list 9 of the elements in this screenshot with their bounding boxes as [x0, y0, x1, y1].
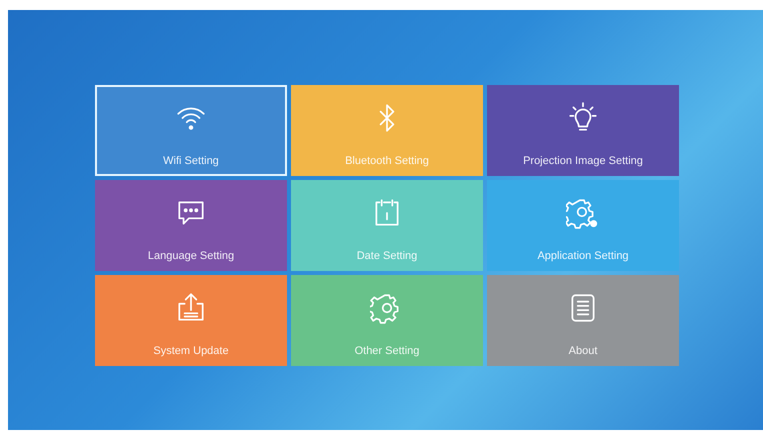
settings-tile[interactable]: Bluetooth Setting: [291, 85, 483, 176]
settings-tile[interactable]: Other Setting: [291, 275, 483, 366]
settings-tile[interactable]: Application Setting: [487, 180, 679, 271]
settings-tile[interactable]: About: [487, 275, 679, 366]
settings-tile[interactable]: Wifi Setting: [95, 85, 287, 176]
settings-tile[interactable]: Date Setting: [291, 180, 483, 271]
settings-tile[interactable]: Projection Image Setting: [487, 85, 679, 176]
settings-tile[interactable]: System Update: [95, 275, 287, 366]
settings-tile[interactable]: Language Setting: [95, 180, 287, 271]
